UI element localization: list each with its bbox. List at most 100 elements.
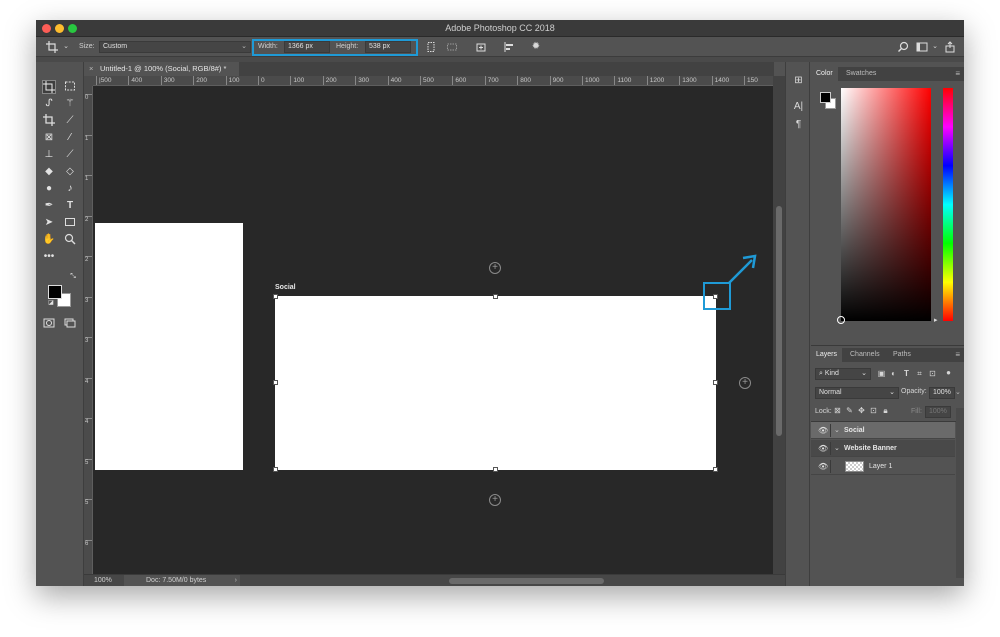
close-icon[interactable]: ×	[89, 62, 93, 76]
ruler-origin[interactable]	[84, 76, 93, 86]
align-icon[interactable]	[503, 41, 515, 53]
gear-icon[interactable]: ✹	[530, 41, 542, 53]
vertical-scroll-thumb[interactable]	[776, 206, 782, 436]
lock-artboard-icon[interactable]: ⊡	[869, 406, 878, 416]
filter-type-icon[interactable]: T	[902, 369, 911, 379]
path-selection-tool-icon[interactable]: ➤	[42, 216, 56, 230]
height-field[interactable]: 538 px	[365, 41, 411, 53]
artboard-tool-icon[interactable]	[42, 80, 56, 94]
blend-mode-select[interactable]: Normal ⌄	[815, 387, 899, 399]
artboard-label[interactable]: Social	[275, 284, 296, 291]
type-tool-icon[interactable]: T	[63, 199, 77, 213]
horizontal-ruler[interactable]: |500 400 300 200 100 0 100 200 300 400 500 600 700 80…	[93, 76, 773, 86]
canvas-area[interactable]: Social + + +	[93, 86, 773, 574]
quick-mask-icon[interactable]	[42, 317, 56, 331]
magic-wand-tool-icon[interactable]: ⚚	[63, 97, 77, 111]
lasso-tool-icon[interactable]: ᔑ	[42, 97, 56, 111]
vertical-scrollbar[interactable]	[773, 76, 785, 574]
add-artboard-icon[interactable]	[475, 41, 487, 53]
tab-channels[interactable]: Channels	[845, 348, 885, 362]
paragraph-panel-icon[interactable]: ¶	[792, 118, 805, 131]
share-icon[interactable]	[944, 41, 956, 53]
chevron-down-icon[interactable]: ⌄	[60, 41, 72, 53]
resize-handle[interactable]	[493, 294, 498, 299]
clone-stamp-tool-icon[interactable]: ⊥	[42, 148, 56, 162]
document-tab[interactable]: × Untitled-1 @ 100% (Social, RGB/8#) *	[84, 62, 239, 76]
vertical-ruler[interactable]: 0 1 1 2 2 3 3 4 4 5 5 6	[84, 86, 93, 574]
filter-smart-object-icon[interactable]: ⊡	[928, 369, 937, 379]
zoom-level[interactable]: 100%	[94, 575, 112, 586]
chevron-down-icon[interactable]: ⌄	[834, 422, 840, 439]
swap-colors-icon[interactable]: ⤡	[66, 270, 80, 284]
workspace-icon[interactable]	[916, 41, 928, 53]
social-artboard[interactable]	[275, 296, 716, 470]
resize-handle[interactable]	[713, 380, 718, 385]
lock-all-icon[interactable]: 🔒︎	[881, 406, 890, 416]
resize-handle[interactable]	[493, 467, 498, 472]
resize-handle[interactable]	[713, 467, 718, 472]
character-panel-icon[interactable]: A|	[792, 100, 805, 113]
resize-handle[interactable]	[273, 467, 278, 472]
portrait-orientation-icon[interactable]	[425, 41, 437, 53]
add-artboard-right-button[interactable]: +	[739, 377, 751, 389]
healing-brush-tool-icon[interactable]: ⊠	[42, 131, 56, 145]
resize-handle[interactable]	[273, 380, 278, 385]
color-panel-foreground-swatch[interactable]	[820, 92, 831, 103]
screen-mode-icon[interactable]	[63, 317, 77, 331]
tab-swatches[interactable]: Swatches	[841, 67, 881, 81]
history-brush-tool-icon[interactable]: ⟋	[63, 148, 77, 162]
lock-position-icon[interactable]: ✥	[857, 406, 866, 416]
tab-color[interactable]: Color	[811, 67, 838, 81]
tab-paths[interactable]: Paths	[888, 348, 916, 362]
crop-tool-icon[interactable]	[42, 114, 56, 128]
dodge-tool-icon[interactable]: ♪	[63, 182, 77, 196]
zoom-tool-icon[interactable]	[63, 233, 77, 247]
size-select[interactable]: Custom ⌄	[99, 41, 251, 53]
filter-adjustment-icon[interactable]: ◐	[889, 369, 898, 379]
pen-tool-icon[interactable]: ✒	[42, 199, 56, 213]
layer-filter-select[interactable]: ⌕ Kind ⌄	[815, 368, 871, 380]
lock-transparency-icon[interactable]: ⊠	[833, 406, 842, 416]
search-icon[interactable]	[897, 41, 909, 53]
marquee-tool-icon[interactable]	[63, 80, 77, 94]
hand-tool-icon[interactable]: ✋	[42, 233, 56, 247]
panel-menu-icon[interactable]: ≡	[955, 348, 960, 362]
blur-tool-icon[interactable]: ●	[42, 182, 56, 196]
libraries-icon[interactable]: ⊞	[792, 74, 805, 87]
filter-toggle-icon[interactable]: ●	[944, 368, 953, 378]
color-saturation-field[interactable]	[841, 88, 931, 321]
fill-field[interactable]: 100%	[925, 406, 951, 418]
rectangle-tool-icon[interactable]	[63, 216, 77, 230]
visibility-eye-icon[interactable]: 👁︎	[818, 458, 828, 475]
color-picker-cursor[interactable]	[837, 316, 845, 324]
hue-marker-icon[interactable]: ▸	[934, 316, 938, 324]
landscape-orientation-icon[interactable]	[446, 41, 458, 53]
chevron-down-icon[interactable]: ⌄	[834, 440, 840, 457]
add-artboard-below-button[interactable]: +	[489, 494, 501, 506]
artboard-tool-icon[interactable]	[46, 41, 58, 53]
layer-row[interactable]: 👁︎ Layer 1	[811, 458, 955, 475]
filter-pixel-icon[interactable]: ▣	[877, 369, 886, 379]
layer-row[interactable]: 👁︎ ⌄ Social	[811, 422, 955, 439]
add-artboard-above-button[interactable]: +	[489, 262, 501, 274]
eraser-tool-icon[interactable]: ◆	[42, 165, 56, 179]
width-field[interactable]: 1366 px	[284, 41, 330, 53]
visibility-eye-icon[interactable]: 👁︎	[818, 422, 828, 439]
tab-layers[interactable]: Layers	[811, 348, 843, 362]
layer-row[interactable]: 👁︎ ⌄ Website Banner	[811, 440, 955, 457]
eyedropper-tool-icon[interactable]: ⟋	[63, 114, 77, 128]
chevron-down-icon[interactable]: ⌄	[929, 41, 941, 53]
more-tools-icon[interactable]: •••	[42, 250, 56, 264]
brush-tool-icon[interactable]: ⁄	[63, 131, 77, 145]
panel-menu-icon[interactable]: ≡	[955, 67, 960, 81]
horizontal-scroll-thumb[interactable]	[449, 578, 604, 584]
paint-bucket-tool-icon[interactable]: ◇	[63, 165, 77, 179]
foreground-color-swatch[interactable]	[48, 285, 62, 299]
resize-handle[interactable]	[273, 294, 278, 299]
document-info[interactable]: Doc: 7.50M/0 bytes ›	[124, 575, 240, 586]
filter-shape-icon[interactable]: ⌗	[915, 369, 924, 379]
chevron-down-icon[interactable]: ⌄	[955, 388, 961, 396]
opacity-field[interactable]: 100%	[929, 387, 955, 399]
hue-slider[interactable]	[943, 88, 953, 321]
website-banner-artboard[interactable]	[95, 223, 243, 470]
